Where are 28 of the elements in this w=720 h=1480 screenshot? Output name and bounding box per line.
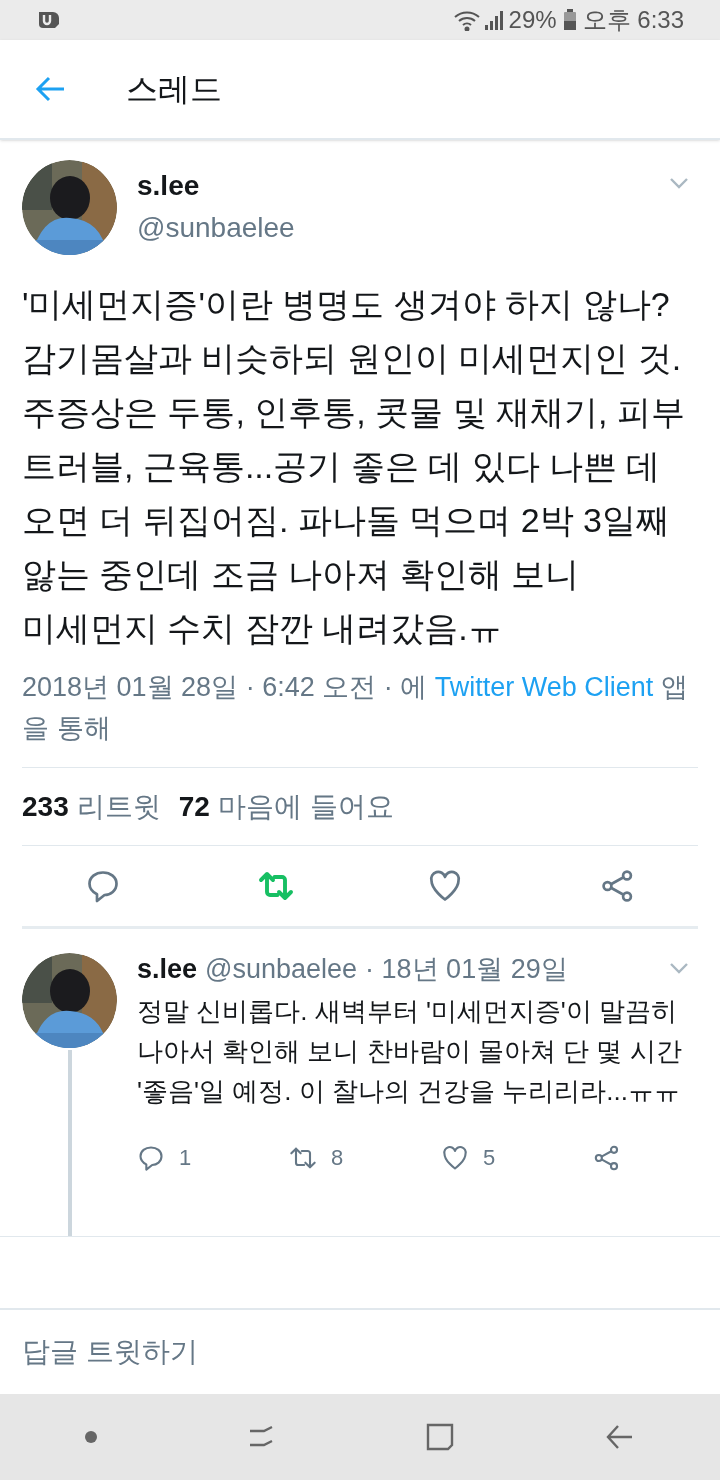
- client-link[interactable]: Twitter Web Client: [434, 672, 654, 702]
- carrier-logo-icon: [36, 9, 62, 31]
- stat-label[interactable]: 리트윗: [76, 785, 161, 828]
- dot-icon[interactable]: [84, 1430, 98, 1444]
- action-count: 5: [483, 1144, 496, 1172]
- reply-date: · 18년 01월 29일: [365, 953, 568, 985]
- tweet-text: '미세먼지증'이란 병명도 생겨야 하지 않나? 감기몸살과 비슷하되 원인이 미세먼지인 것. 주증상은 두통, 인후통, 콧물 및 재채기, 피부 트러블, 근육통...공기 좋은 데 있다 나쁜 데 오면 더 뒤집어짐. 파나돌 먹으며 2박 3일째 앓는 중인데 조금 나아져 확인해 보니 미세먼지 수치 잠깐 내려갔음.ㅠ: [22, 284, 687, 649]
- heart-icon[interactable]: [441, 1143, 469, 1172]
- stat-count: 233: [22, 789, 69, 824]
- signal-icon: [482, 9, 505, 31]
- back-arrow-icon[interactable]: [34, 75, 66, 103]
- author-name[interactable]: s.lee: [137, 166, 200, 206]
- battery-percent: 29%: [508, 5, 557, 35]
- action-count: 8: [331, 1144, 344, 1172]
- header-title: 스레드: [126, 70, 222, 109]
- share-icon[interactable]: [593, 1143, 621, 1172]
- reply-author-name[interactable]: s.lee: [137, 953, 198, 985]
- reply-text: 정말 신비롭다. 새벽부터 '미세먼지증'이 말끔히 나아서 확인해 보니 찬바람이 몰아쳐 단 몇 시간 '좋음'일 예정. 이 찰나의 건강을 누리리라...ㅠㅠ: [137, 995, 683, 1108]
- stat-label[interactable]: 마음에 들어요: [217, 785, 394, 828]
- action-count: 1: [179, 1144, 192, 1172]
- clock: 오후 6:33: [582, 5, 684, 35]
- reply-input-field[interactable]: 답글 트윗하기: [22, 1331, 698, 1373]
- author-handle[interactable]: @sunbaelee: [137, 206, 295, 250]
- home-icon[interactable]: [424, 1421, 456, 1453]
- tweet-timestamp: 2018년 01월 28일 · 6:42 오전 · 에 Twitter Web Client 앱을 통해: [22, 671, 689, 745]
- stat-count: 72: [178, 789, 210, 824]
- battery-icon: [562, 9, 577, 31]
- reply-author-handle[interactable]: @sunbaelee: [205, 953, 358, 985]
